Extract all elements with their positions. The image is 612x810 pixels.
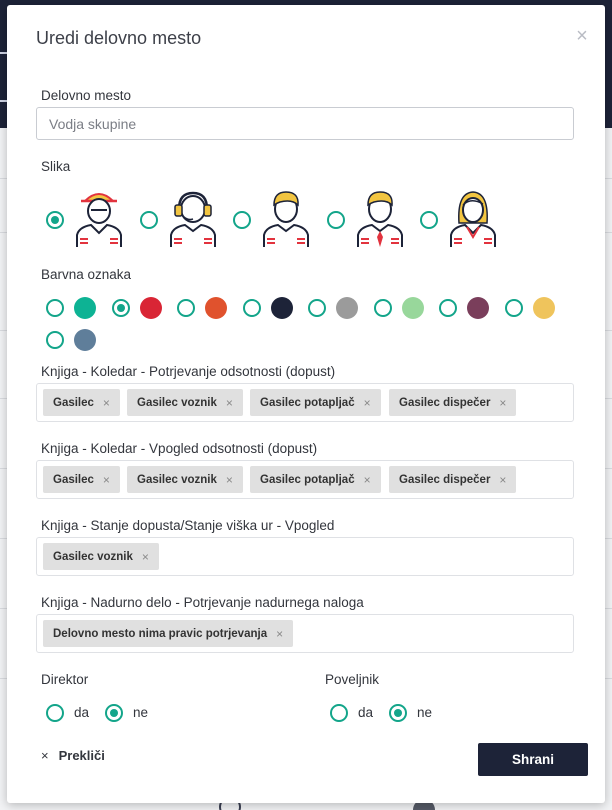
tag-remove-icon[interactable]: × xyxy=(499,396,506,410)
color-radio-9[interactable] xyxy=(46,331,64,349)
tag-chip: Gasilec voznik × xyxy=(43,543,159,570)
tag-remove-icon[interactable]: × xyxy=(499,473,506,487)
image-radio-4[interactable] xyxy=(327,211,345,229)
tag-chip: Gasilec dispečer × xyxy=(389,466,517,493)
tag-chip: Gasilec potapljač × xyxy=(250,389,381,416)
color-swatch-9[interactable] xyxy=(74,329,96,351)
edit-position-modal: Uredi delovno mesto × Delovno mesto Slik… xyxy=(7,5,605,803)
cancel-label: Prekliči xyxy=(58,748,105,763)
color-swatch-6[interactable] xyxy=(402,297,424,319)
permission-tag-select[interactable]: Gasilec × Gasilec voznik × Gasilec potaplj… xyxy=(36,383,574,422)
woman-blond-icon[interactable] xyxy=(445,187,501,249)
commander-yes-radio[interactable] xyxy=(330,704,348,722)
firefighter-helmet-icon[interactable] xyxy=(71,187,127,249)
color-radio-4[interactable] xyxy=(243,299,261,317)
tag-remove-icon[interactable]: × xyxy=(142,550,149,564)
permission-tag-select[interactable]: Gasilec voznik × xyxy=(36,537,574,576)
tag-remove-icon[interactable]: × xyxy=(103,473,110,487)
permission-label: Knjiga - Koledar - Vpogled odsotnosti (d… xyxy=(41,441,318,456)
color-swatch-7[interactable] xyxy=(467,297,489,319)
color-radio-3[interactable] xyxy=(177,299,195,317)
tag-remove-icon[interactable]: × xyxy=(103,396,110,410)
tag-remove-icon[interactable]: × xyxy=(226,473,233,487)
color-radio-5[interactable] xyxy=(308,299,326,317)
image-radio-2[interactable] xyxy=(140,211,158,229)
modal-title: Uredi delovno mesto xyxy=(36,28,202,48)
image-radio-1[interactable] xyxy=(46,211,64,229)
director-no-label: ne xyxy=(133,705,149,720)
permission-tag-select[interactable]: Gasilec × Gasilec voznik × Gasilec potaplj… xyxy=(36,460,574,499)
color-radio-6[interactable] xyxy=(374,299,392,317)
color-swatch-3[interactable] xyxy=(205,297,227,319)
color-radio-2[interactable] xyxy=(112,299,130,317)
person-blond-icon[interactable] xyxy=(258,187,314,249)
permission-label: Knjiga - Nadurno delo - Potrjevanje nadu… xyxy=(41,595,364,610)
color-radio-8[interactable] xyxy=(505,299,523,317)
color-tag-label: Barvna oznaka xyxy=(41,267,132,282)
color-radio-7[interactable] xyxy=(439,299,457,317)
tag-chip: Gasilec × xyxy=(43,466,120,493)
tag-chip: Gasilec potapljač × xyxy=(250,466,381,493)
tag-remove-icon[interactable]: × xyxy=(226,396,233,410)
commander-no-radio[interactable] xyxy=(389,704,407,722)
tag-chip: Gasilec voznik × xyxy=(127,389,243,416)
color-swatch-8[interactable] xyxy=(533,297,555,319)
image-radio-5[interactable] xyxy=(420,211,438,229)
commander-label: Poveljnik xyxy=(325,672,380,687)
position-label: Delovno mesto xyxy=(41,88,132,103)
permission-tag-select[interactable]: Delovno mesto nima pravic potrjevanja × xyxy=(36,614,574,653)
cancel-button[interactable]: × Prekliči xyxy=(41,748,105,763)
color-radio-1[interactable] xyxy=(46,299,64,317)
director-label: Direktor xyxy=(41,672,89,687)
person-tie-icon[interactable] xyxy=(352,187,408,249)
director-yes-label: da xyxy=(74,705,90,720)
image-radio-3[interactable] xyxy=(233,211,251,229)
commander-yes-label: da xyxy=(358,705,374,720)
director-yes-radio[interactable] xyxy=(46,704,64,722)
image-label: Slika xyxy=(41,159,71,174)
close-icon[interactable]: × xyxy=(573,26,591,46)
save-button[interactable]: Shrani xyxy=(478,743,588,776)
director-no-radio[interactable] xyxy=(105,704,123,722)
tag-chip: Gasilec dispečer × xyxy=(389,389,517,416)
permission-label: Knjiga - Koledar - Potrjevanje odsotnost… xyxy=(41,364,336,379)
close-icon: × xyxy=(41,748,49,763)
position-input[interactable] xyxy=(36,107,574,140)
color-swatch-2[interactable] xyxy=(140,297,162,319)
permission-label: Knjiga - Stanje dopusta/Stanje viška ur … xyxy=(41,518,335,533)
color-swatch-5[interactable] xyxy=(336,297,358,319)
tag-chip: Gasilec × xyxy=(43,389,120,416)
tag-remove-icon[interactable]: × xyxy=(364,473,371,487)
color-swatch-4[interactable] xyxy=(271,297,293,319)
dispatcher-headset-icon[interactable] xyxy=(165,187,221,249)
commander-no-label: ne xyxy=(417,705,433,720)
color-swatch-1[interactable] xyxy=(74,297,96,319)
tag-remove-icon[interactable]: × xyxy=(364,396,371,410)
tag-remove-icon[interactable]: × xyxy=(276,627,283,641)
tag-chip: Gasilec voznik × xyxy=(127,466,243,493)
tag-chip: Delovno mesto nima pravic potrjevanja × xyxy=(43,620,294,647)
